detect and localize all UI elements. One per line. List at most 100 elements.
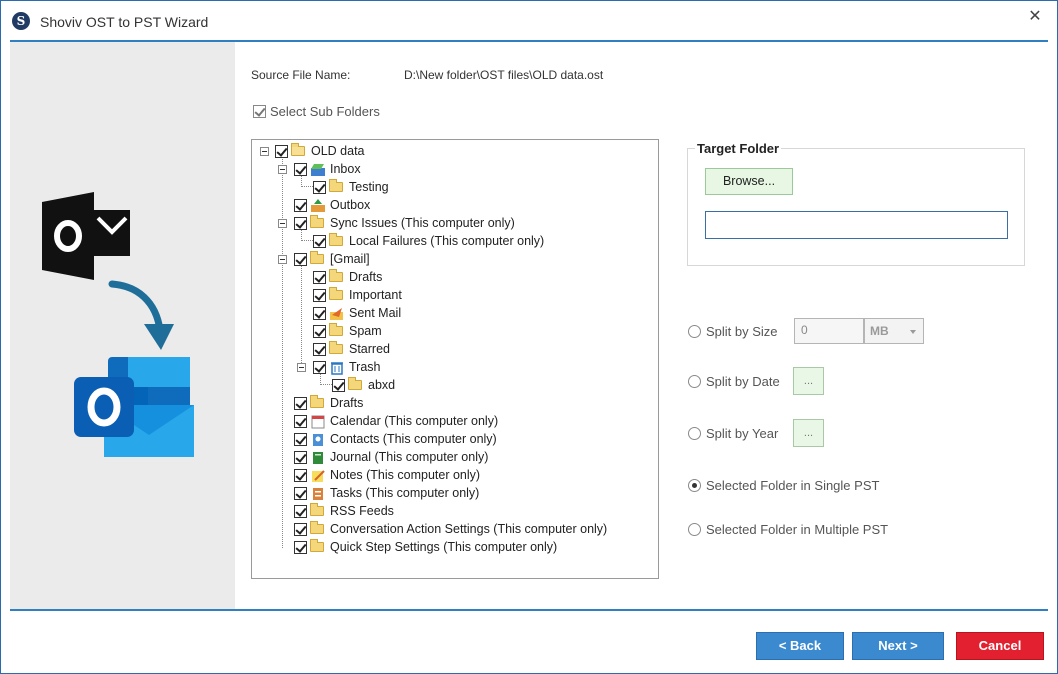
tree-node[interactable]: Tasks (This computer only) xyxy=(294,484,479,502)
node-label: Drafts xyxy=(349,270,383,284)
split-by-size-radio[interactable] xyxy=(688,325,701,338)
node-checkbox[interactable] xyxy=(294,414,307,428)
node-checkbox[interactable] xyxy=(294,162,307,176)
multiple-pst-radio[interactable] xyxy=(688,523,701,536)
tree-node[interactable]: [Gmail] xyxy=(294,250,370,268)
cancel-button[interactable]: Cancel xyxy=(956,632,1044,660)
folder-tree[interactable]: OLD data Inbox Testing Outbox Sync Issue… xyxy=(251,139,659,579)
tree-node[interactable]: Outbox xyxy=(294,196,370,214)
target-folder-label: Target Folder xyxy=(695,141,782,156)
multiple-pst-option[interactable]: Selected Folder in Multiple PST xyxy=(688,522,888,537)
tree-node[interactable]: abxd xyxy=(332,376,395,394)
node-label: Local Failures (This computer only) xyxy=(349,234,545,248)
node-checkbox[interactable] xyxy=(294,252,307,266)
wizard-window: S Shoviv OST to PST Wizard ✕ Source File… xyxy=(0,0,1058,674)
node-checkbox[interactable] xyxy=(294,198,307,212)
side-panel xyxy=(10,42,235,609)
single-pst-option[interactable]: Selected Folder in Single PST xyxy=(688,478,879,493)
target-folder-input[interactable] xyxy=(705,211,1008,239)
node-checkbox[interactable] xyxy=(313,360,326,374)
node-label: Testing xyxy=(349,180,389,194)
node-checkbox[interactable] xyxy=(313,270,326,284)
year-picker-button[interactable]: ... xyxy=(793,419,824,447)
collapse-toggle[interactable] xyxy=(297,363,306,372)
node-checkbox[interactable] xyxy=(294,432,307,446)
close-button[interactable]: ✕ xyxy=(1023,5,1047,29)
back-button[interactable]: < Back xyxy=(756,632,844,660)
node-label: Spam xyxy=(349,324,382,338)
collapse-toggle[interactable] xyxy=(278,255,287,264)
split-by-year-label: Split by Year xyxy=(706,426,779,441)
mailbox-icon xyxy=(291,143,307,157)
node-checkbox[interactable] xyxy=(313,342,326,356)
split-by-size-option[interactable]: Split by Size xyxy=(688,324,778,339)
folder-icon xyxy=(329,323,345,337)
contacts-icon xyxy=(310,433,326,446)
node-checkbox[interactable] xyxy=(294,522,307,536)
footer-divider xyxy=(10,609,1048,611)
tree-node[interactable]: Important xyxy=(313,286,402,304)
tree-node[interactable]: Local Failures (This computer only) xyxy=(313,232,544,250)
collapse-toggle[interactable] xyxy=(278,165,287,174)
node-checkbox[interactable] xyxy=(294,216,307,230)
tree-node[interactable]: OLD data xyxy=(275,142,365,160)
node-checkbox[interactable] xyxy=(332,378,345,392)
node-checkbox[interactable] xyxy=(275,144,288,158)
tree-node[interactable]: Sent Mail xyxy=(313,304,401,322)
size-unit-select[interactable]: MB xyxy=(864,318,924,344)
multiple-pst-label: Selected Folder in Multiple PST xyxy=(706,522,889,537)
split-by-year-radio[interactable] xyxy=(688,427,701,440)
node-checkbox[interactable] xyxy=(313,180,326,194)
tree-node[interactable]: Drafts xyxy=(313,268,382,286)
node-checkbox[interactable] xyxy=(294,486,307,500)
node-checkbox[interactable] xyxy=(294,450,307,464)
tree-node[interactable]: Journal (This computer only) xyxy=(294,448,488,466)
node-checkbox[interactable] xyxy=(313,306,326,320)
tree-node[interactable]: Conversation Action Settings (This compu… xyxy=(294,520,607,538)
collapse-toggle[interactable] xyxy=(278,219,287,228)
subfolders-check-icon[interactable] xyxy=(253,105,266,118)
folder-icon xyxy=(310,521,326,535)
tasks-icon xyxy=(310,487,326,500)
date-picker-button[interactable]: ... xyxy=(793,367,824,395)
tree-node[interactable]: RSS Feeds xyxy=(294,502,394,520)
browse-button[interactable]: Browse... xyxy=(705,168,793,195)
split-by-date-radio[interactable] xyxy=(688,375,701,388)
collapse-toggle[interactable] xyxy=(260,147,269,156)
tree-node[interactable]: Drafts xyxy=(294,394,363,412)
single-pst-radio[interactable] xyxy=(688,479,701,492)
next-button[interactable]: Next > xyxy=(852,632,944,660)
split-by-date-option[interactable]: Split by Date xyxy=(688,374,780,389)
node-checkbox[interactable] xyxy=(294,468,307,482)
node-label: Notes (This computer only) xyxy=(330,468,481,482)
tree-node[interactable]: Sync Issues (This computer only) xyxy=(294,214,515,232)
node-checkbox[interactable] xyxy=(294,540,307,554)
node-label: RSS Feeds xyxy=(330,504,394,518)
node-checkbox[interactable] xyxy=(294,396,307,410)
journal-icon xyxy=(310,451,326,464)
node-checkbox[interactable] xyxy=(313,234,326,248)
split-by-year-option[interactable]: Split by Year xyxy=(688,426,778,441)
source-file-path: D:\New folder\OST files\OLD data.ost xyxy=(404,68,604,82)
tree-node[interactable]: Trash xyxy=(313,358,381,376)
tree-node[interactable]: Contacts (This computer only) xyxy=(294,430,497,448)
node-checkbox[interactable] xyxy=(313,324,326,338)
select-subfolders-checkbox[interactable]: Select Sub Folders xyxy=(253,104,380,119)
tree-node[interactable]: Testing xyxy=(313,178,389,196)
ost-file-logo-icon xyxy=(42,192,130,280)
down-arrow-icon xyxy=(108,280,174,350)
tree-node[interactable]: Spam xyxy=(313,322,382,340)
tree-node[interactable]: Calendar (This computer only) xyxy=(294,412,498,430)
node-label: [Gmail] xyxy=(330,252,370,266)
tree-node[interactable]: Quick Step Settings (This computer only) xyxy=(294,538,557,556)
node-checkbox[interactable] xyxy=(313,288,326,302)
node-checkbox[interactable] xyxy=(294,504,307,518)
target-folder-group xyxy=(687,148,1025,266)
tree-node[interactable]: Starred xyxy=(313,340,390,358)
split-size-input[interactable]: 0 xyxy=(794,318,864,344)
node-label: Outbox xyxy=(330,198,371,212)
folder-icon xyxy=(310,251,326,265)
tree-node[interactable]: Notes (This computer only) xyxy=(294,466,480,484)
tree-node[interactable]: Inbox xyxy=(294,160,361,178)
folder-icon xyxy=(310,503,326,517)
